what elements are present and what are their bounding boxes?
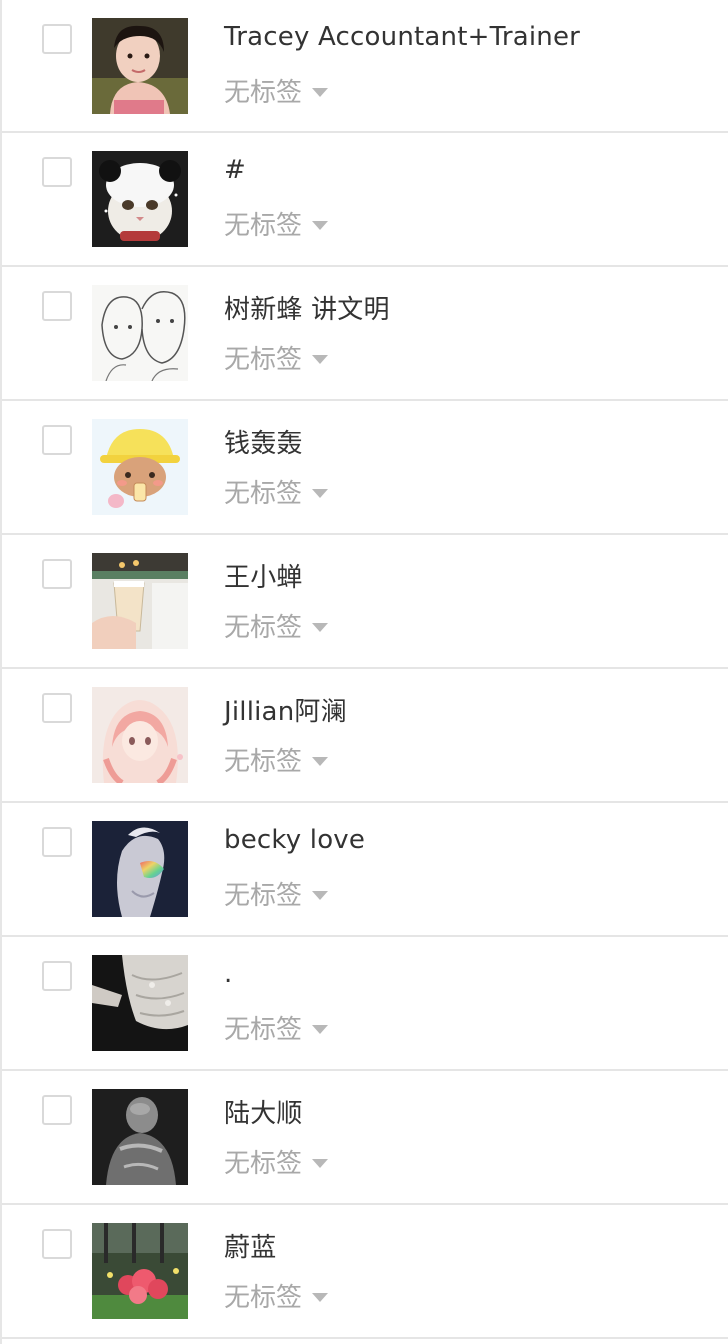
tag-dropdown[interactable]: 无标签 [224, 1009, 329, 1045]
caret-down-icon [312, 354, 329, 364]
contact-row[interactable]: 树新蜂 讲文明 无标签 [2, 267, 728, 401]
contact-row[interactable]: # 无标签 [2, 133, 728, 267]
select-checkbox[interactable] [42, 24, 72, 54]
avatar-drink-cup-icon [92, 553, 188, 649]
tag-dropdown[interactable]: 无标签 [224, 72, 329, 108]
contact-name: Tracey Accountant+Trainer [224, 22, 581, 52]
avatar[interactable] [92, 687, 188, 783]
tag-label: 无标签 [224, 1148, 303, 1179]
tag-label: 无标签 [224, 344, 303, 375]
contact-name: 陆大顺 [224, 1099, 303, 1129]
contact-name: Jillian阿澜 [224, 697, 347, 727]
contact-row[interactable]: 蔚蓝 无标签 [2, 1205, 728, 1339]
select-checkbox[interactable] [42, 693, 72, 723]
avatar[interactable] [92, 151, 188, 247]
avatar[interactable] [92, 821, 188, 917]
avatar-cartoon-bear-icon [92, 419, 188, 515]
tag-dropdown[interactable]: 无标签 [224, 607, 329, 643]
tag-label: 无标签 [224, 880, 303, 911]
select-checkbox[interactable] [42, 1229, 72, 1259]
contact-name: becky love [224, 825, 366, 855]
contact-row[interactable]: Jillian阿澜 无标签 [2, 669, 728, 803]
contact-name: # [224, 155, 246, 185]
contact-name: 王小蝉 [224, 563, 303, 593]
caret-down-icon [312, 87, 329, 97]
select-checkbox[interactable] [42, 827, 72, 857]
avatar[interactable] [92, 419, 188, 515]
avatar[interactable] [92, 18, 188, 114]
caret-down-icon [312, 1158, 329, 1168]
select-checkbox[interactable] [42, 157, 72, 187]
contact-name: 树新蜂 讲文明 [224, 295, 390, 325]
tag-label: 无标签 [224, 746, 303, 777]
tag-dropdown[interactable]: 无标签 [224, 875, 329, 911]
select-checkbox[interactable] [42, 1095, 72, 1125]
caret-down-icon [312, 1292, 329, 1302]
avatar[interactable] [92, 1089, 188, 1185]
caret-down-icon [312, 622, 329, 632]
tag-label: 无标签 [224, 77, 303, 108]
tag-dropdown[interactable]: 无标签 [224, 741, 329, 777]
avatar[interactable] [92, 1223, 188, 1319]
caret-down-icon [312, 890, 329, 900]
contact-row[interactable]: 钱轰轰 无标签 [2, 401, 728, 535]
contact-row[interactable]: 陆大顺 无标签 [2, 1071, 728, 1205]
avatar-cat-panda-hat-icon [92, 151, 188, 247]
select-checkbox[interactable] [42, 291, 72, 321]
tag-dropdown[interactable]: 无标签 [224, 473, 329, 509]
avatar[interactable] [92, 553, 188, 649]
tag-dropdown[interactable]: 无标签 [224, 339, 329, 375]
avatar-sketch-couple-icon [92, 285, 188, 381]
avatar-anime-girl-icon [92, 687, 188, 783]
tag-dropdown[interactable]: 无标签 [224, 205, 329, 241]
tag-label: 无标签 [224, 478, 303, 509]
tag-dropdown[interactable]: 无标签 [224, 1277, 329, 1313]
select-checkbox[interactable] [42, 425, 72, 455]
avatar-lace-sleeve-icon [92, 955, 188, 1051]
caret-down-icon [312, 488, 329, 498]
avatar[interactable] [92, 285, 188, 381]
caret-down-icon [312, 220, 329, 230]
select-checkbox[interactable] [42, 961, 72, 991]
tag-label: 无标签 [224, 612, 303, 643]
contact-row[interactable]: becky love 无标签 [2, 803, 728, 937]
caret-down-icon [312, 756, 329, 766]
contact-name: 钱轰轰 [224, 429, 303, 459]
tag-dropdown[interactable]: 无标签 [224, 1143, 329, 1179]
tag-label: 无标签 [224, 1282, 303, 1313]
contact-row[interactable]: Tracey Accountant+Trainer 无标签 [2, 0, 728, 133]
avatar-portrait-rainbow-icon [92, 821, 188, 917]
contact-row[interactable]: . 无标签 [2, 937, 728, 1071]
contact-name: . [224, 959, 233, 989]
tag-label: 无标签 [224, 1014, 303, 1045]
avatar-photo-girl-icon [92, 18, 188, 114]
select-checkbox[interactable] [42, 559, 72, 589]
avatar-flowers-icon [92, 1223, 188, 1319]
caret-down-icon [312, 1024, 329, 1034]
contact-list: Tracey Accountant+Trainer 无标签 # 无标签 树新蜂 … [0, 0, 728, 1344]
avatar[interactable] [92, 955, 188, 1051]
contact-row[interactable]: 王小蝉 无标签 [2, 535, 728, 669]
avatar-bw-figure-icon [92, 1089, 188, 1185]
contact-name: 蔚蓝 [224, 1233, 277, 1263]
tag-label: 无标签 [224, 210, 303, 241]
